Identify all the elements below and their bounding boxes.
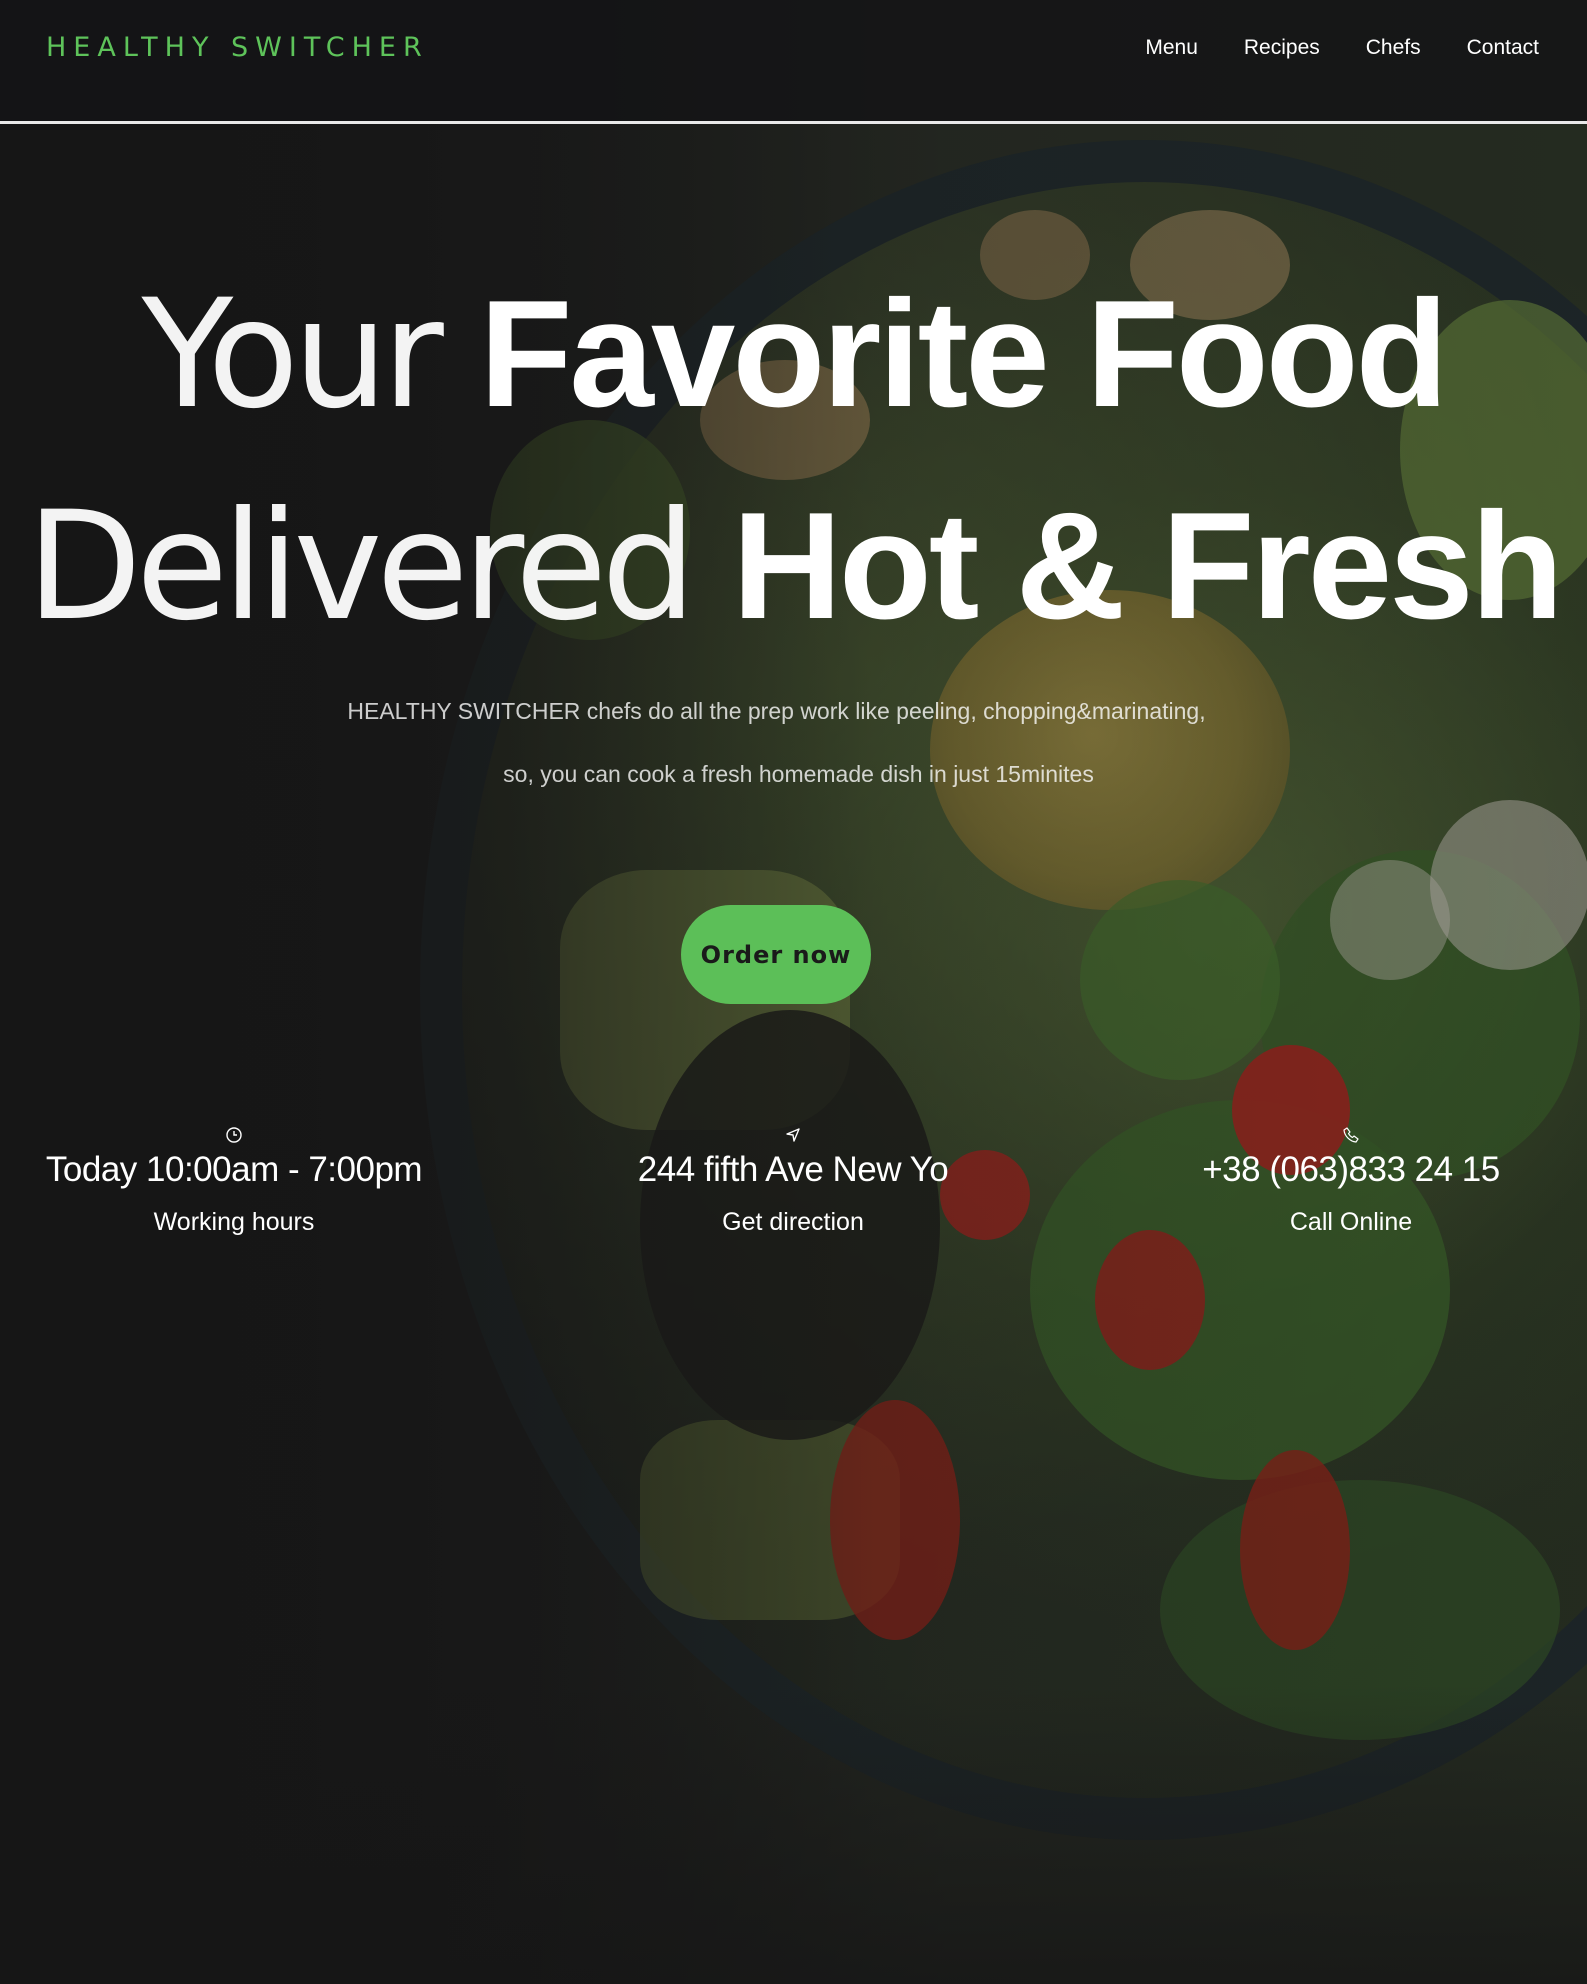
hero-headline-bold: Favorite Food xyxy=(479,269,1448,439)
nav-contact-link[interactable]: Contact xyxy=(1467,36,1539,60)
hero-subtitle-line-2: so, you can cook a fresh homemade dish i… xyxy=(503,761,1094,787)
landing-page: HEALTHY SWITCHER Menu Recipes Chefs Cont… xyxy=(0,0,1587,1984)
phone-number-value: +38 (063)833 24 15 xyxy=(1202,1150,1500,1189)
phone-icon xyxy=(1343,1127,1359,1143)
hero-headline-line-2: Delivered Hot & Fresh xyxy=(0,490,1587,642)
working-hours-label: Working hours xyxy=(153,1208,315,1236)
address-value: 244 fifth Ave New Yo xyxy=(637,1150,949,1189)
hero-headline-thin: Your xyxy=(141,268,480,442)
hero-headline-line-1: Your Favorite Food xyxy=(0,278,1587,430)
nav-chefs-link[interactable]: Chefs xyxy=(1366,36,1421,60)
call-online-link[interactable]: Call Online xyxy=(1151,1208,1551,1237)
working-hours-value: Today 10:00am - 7:00pm xyxy=(45,1150,423,1189)
phone-block[interactable]: +38 (063)833 24 15 Call Online xyxy=(1151,1126,1551,1237)
hero-headline-thin: Delivered xyxy=(26,480,733,654)
navigation-arrow-icon xyxy=(786,1128,800,1142)
hero-subtitle-line-1: HEALTHY SWITCHER chefs do all the prep w… xyxy=(347,698,1206,724)
hero-overlay-bottom xyxy=(0,1684,1587,1984)
clock-icon xyxy=(226,1127,242,1143)
location-block[interactable]: 244 fifth Ave New Yo Get direction xyxy=(593,1126,993,1237)
order-now-button[interactable]: Order now xyxy=(681,905,871,1004)
hero-headline-bold: Hot & Fresh xyxy=(732,481,1563,651)
site-header: HEALTHY SWITCHER Menu Recipes Chefs Cont… xyxy=(0,0,1587,124)
nav-recipes-link[interactable]: Recipes xyxy=(1244,36,1320,60)
get-direction-link[interactable]: Get direction xyxy=(593,1208,993,1237)
main-nav: Menu Recipes Chefs Contact xyxy=(1145,36,1539,60)
nav-menu-link[interactable]: Menu xyxy=(1145,36,1198,60)
working-hours-block: Today 10:00am - 7:00pm Working hours xyxy=(34,1126,434,1237)
logo[interactable]: HEALTHY SWITCHER xyxy=(46,32,429,63)
